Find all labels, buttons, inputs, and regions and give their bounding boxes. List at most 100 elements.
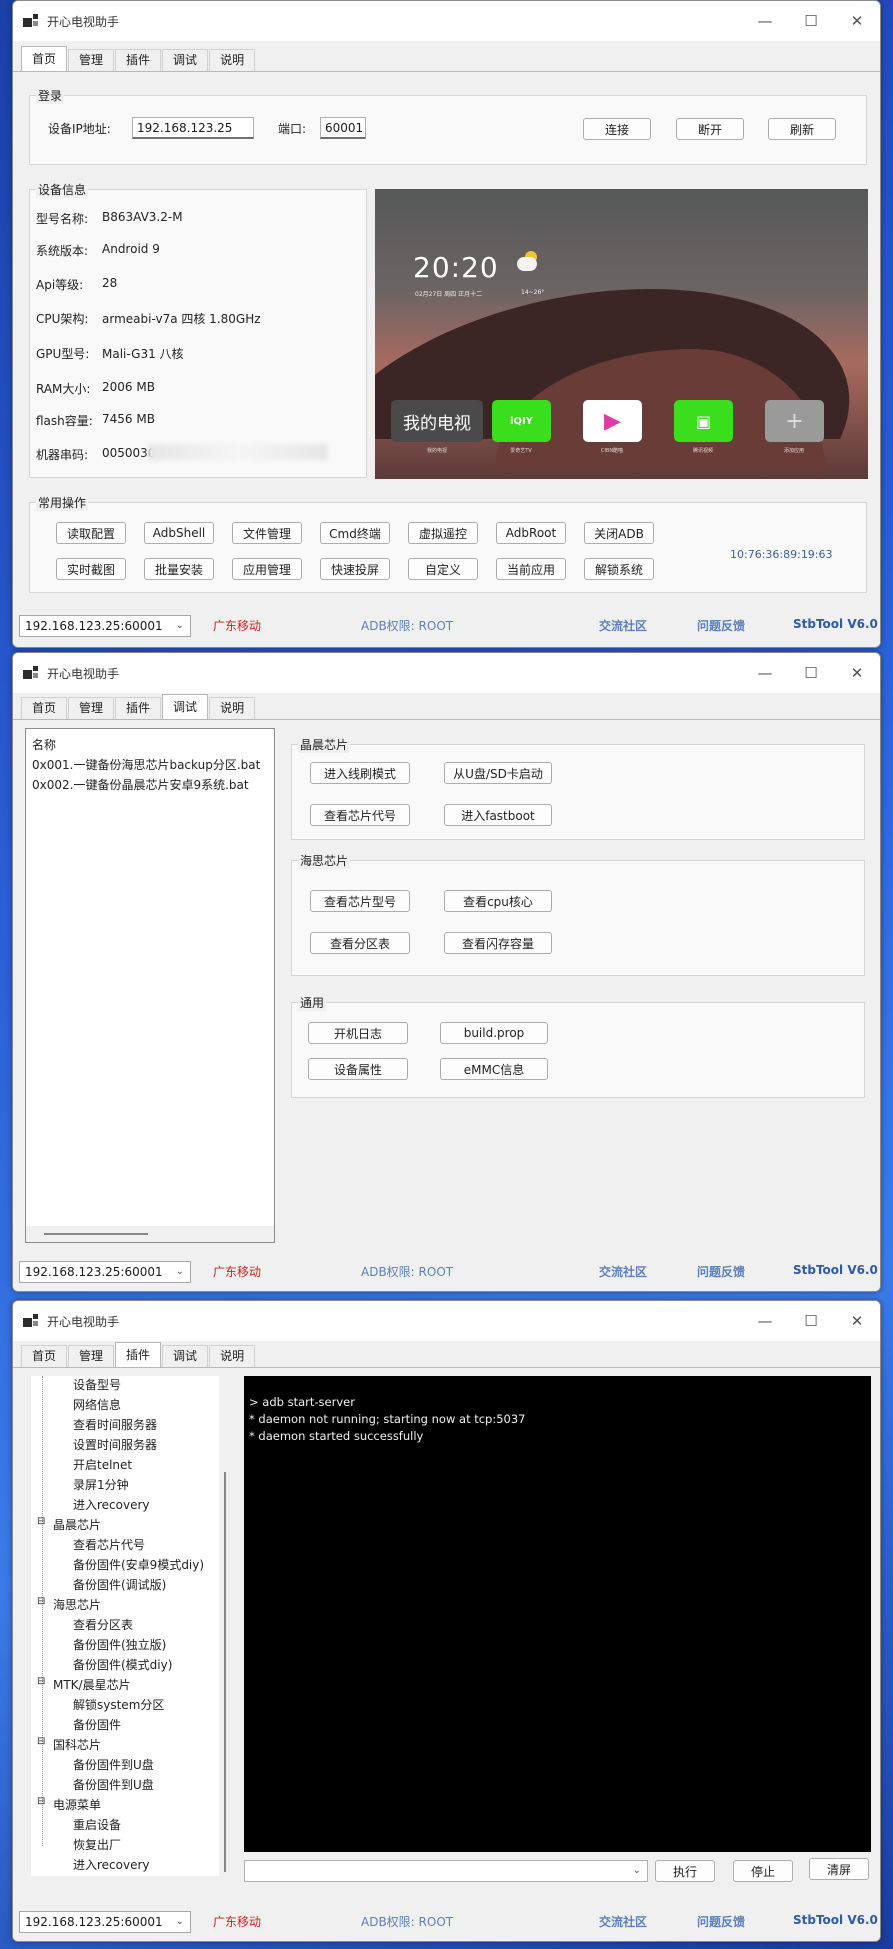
tree-node[interactable]: 备份固件(调试版) — [73, 1576, 166, 1593]
tree-node[interactable]: 设备型号 — [73, 1376, 121, 1393]
maximize-icon[interactable]: ☐ — [788, 1301, 834, 1341]
chip-button[interactable]: 查看芯片型号 — [310, 890, 410, 912]
op-button[interactable]: 读取配置 — [56, 522, 126, 544]
plugin-tree[interactable]: 设备型号 网络信息 查看时间服务器 设置时间服务器 开启telnet 录屏1分钟… — [31, 1376, 231, 1876]
command-input[interactable]: ⌄ — [244, 1860, 648, 1882]
horizontal-scrollbar[interactable] — [26, 1226, 274, 1242]
collapse-icon[interactable]: ⊟ — [37, 1736, 45, 1747]
tree-node[interactable]: 解锁system分区 — [73, 1696, 164, 1713]
tab-debug[interactable]: 调试 — [162, 1345, 209, 1367]
tree-category[interactable]: 电源菜单 — [53, 1796, 101, 1813]
tree-node[interactable]: 备份固件到U盘 — [73, 1756, 154, 1773]
port-input[interactable]: 60001 — [320, 117, 366, 139]
chip-button[interactable]: 查看cpu核心 — [444, 890, 552, 912]
tree-node[interactable]: 开启telnet — [73, 1456, 132, 1473]
tab-debug[interactable]: 调试 — [162, 694, 209, 719]
list-item[interactable]: 0x002.一键备份晶晨芯片安卓9系统.bat — [32, 776, 249, 793]
collapse-icon[interactable]: ⊟ — [37, 1596, 45, 1607]
op-button[interactable]: 应用管理 — [232, 558, 302, 580]
stop-button[interactable]: 停止 — [733, 1860, 793, 1882]
tree-node[interactable]: 查看分区表 — [73, 1616, 133, 1633]
tab-home[interactable]: 首页 — [21, 697, 68, 719]
tab-help[interactable]: 说明 — [209, 49, 256, 71]
tab-home[interactable]: 首页 — [21, 46, 68, 71]
op-button[interactable]: 实时截图 — [56, 558, 126, 580]
scrollbar-thumb[interactable] — [224, 1472, 226, 1872]
script-list[interactable]: 名称 0x001.一键备份海思芯片backup分区.bat 0x002.一键备份… — [25, 728, 275, 1243]
close-icon[interactable]: ✕ — [834, 653, 880, 693]
close-icon[interactable]: ✕ — [834, 1301, 880, 1341]
tab-manage[interactable]: 管理 — [68, 697, 115, 719]
collapse-icon[interactable]: ⊟ — [37, 1676, 45, 1687]
tree-node[interactable]: 录屏1分钟 — [73, 1476, 129, 1493]
op-button[interactable]: Cmd终端 — [320, 522, 390, 544]
tab-plugins[interactable]: 插件 — [115, 697, 162, 719]
connect-button[interactable]: 连接 — [583, 118, 651, 140]
tree-node[interactable]: 备份固件 — [73, 1716, 121, 1733]
chip-button[interactable]: 从U盘/SD卡启动 — [444, 762, 552, 784]
tree-vertical-scrollbar[interactable] — [219, 1376, 231, 1876]
execute-button[interactable]: 执行 — [655, 1860, 715, 1882]
console-output[interactable]: > adb start-server * daemon not running;… — [244, 1376, 871, 1852]
tab-plugins[interactable]: 插件 — [115, 49, 162, 71]
collapse-icon[interactable]: ⊟ — [37, 1516, 45, 1527]
chip-button[interactable]: 查看闪存容量 — [444, 932, 552, 954]
chevron-down-icon[interactable]: ⌄ — [633, 1861, 641, 1881]
feedback-link[interactable]: 问题反馈 — [697, 617, 745, 634]
tree-node[interactable]: 备份固件到U盘 — [73, 1776, 154, 1793]
tree-category[interactable]: MTK/晨星芯片 — [53, 1676, 131, 1693]
tree-node[interactable]: 查看芯片代号 — [73, 1536, 145, 1553]
tree-category[interactable]: 晶晨芯片 — [53, 1516, 101, 1533]
minimize-icon[interactable]: — — [742, 1, 788, 41]
ip-input[interactable]: 192.168.123.25 — [132, 117, 254, 139]
op-button[interactable]: 自定义 — [408, 558, 478, 580]
community-link[interactable]: 交流社区 — [599, 1913, 647, 1930]
tree-node[interactable]: 备份固件(模式diy) — [73, 1656, 172, 1673]
tree-node[interactable]: 查看时间服务器 — [73, 1416, 157, 1433]
chip-button[interactable]: 进入fastboot — [444, 804, 552, 826]
op-button[interactable]: 快速投屏 — [320, 558, 390, 580]
minimize-icon[interactable]: — — [742, 653, 788, 693]
tab-help[interactable]: 说明 — [209, 697, 256, 719]
refresh-button[interactable]: 刷新 — [768, 118, 836, 140]
tree-node[interactable]: 备份固件(安卓9模式diy) — [73, 1556, 204, 1573]
minimize-icon[interactable]: — — [742, 1301, 788, 1341]
op-button[interactable]: 当前应用 — [496, 558, 566, 580]
op-button[interactable]: AdbShell — [144, 522, 214, 544]
maximize-icon[interactable]: ☐ — [788, 1, 834, 41]
maximize-icon[interactable]: ☐ — [788, 653, 834, 693]
close-icon[interactable]: ✕ — [834, 1, 880, 41]
general-button[interactable]: 开机日志 — [308, 1022, 408, 1044]
list-item[interactable]: 0x001.一键备份海思芯片backup分区.bat — [32, 756, 260, 773]
device-select[interactable]: 192.168.123.25:60001 ⌄ — [19, 615, 191, 637]
feedback-link[interactable]: 问题反馈 — [697, 1913, 745, 1930]
tree-node[interactable]: 网络信息 — [73, 1396, 121, 1413]
tree-node[interactable]: 进入recovery — [73, 1496, 150, 1513]
tab-manage[interactable]: 管理 — [68, 49, 115, 71]
general-button[interactable]: 设备属性 — [308, 1058, 408, 1080]
disconnect-button[interactable]: 断开 — [676, 118, 744, 140]
op-button[interactable]: 批量安装 — [144, 558, 214, 580]
clear-button[interactable]: 清屏 — [809, 1858, 869, 1880]
collapse-icon[interactable]: ⊟ — [37, 1796, 45, 1807]
op-button[interactable]: 解锁系统 — [584, 558, 654, 580]
scrollbar-thumb[interactable] — [44, 1233, 148, 1235]
tree-node[interactable]: 重启设备 — [73, 1816, 121, 1833]
tree-node[interactable]: 备份固件(独立版) — [73, 1636, 166, 1653]
tab-home[interactable]: 首页 — [21, 1345, 68, 1367]
chip-button[interactable]: 进入线刷模式 — [310, 762, 410, 784]
feedback-link[interactable]: 问题反馈 — [697, 1263, 745, 1280]
tree-node[interactable]: 进入recovery — [73, 1856, 150, 1873]
op-button[interactable]: AdbRoot — [496, 522, 566, 544]
general-button[interactable]: eMMC信息 — [440, 1058, 548, 1080]
community-link[interactable]: 交流社区 — [599, 617, 647, 634]
chip-button[interactable]: 查看分区表 — [310, 932, 410, 954]
tab-debug[interactable]: 调试 — [162, 49, 209, 71]
tree-node[interactable]: 设置时间服务器 — [73, 1436, 157, 1453]
community-link[interactable]: 交流社区 — [599, 1263, 647, 1280]
tab-plugins[interactable]: 插件 — [115, 1342, 162, 1367]
op-button[interactable]: 文件管理 — [232, 522, 302, 544]
chip-button[interactable]: 查看芯片代号 — [310, 804, 410, 826]
op-button[interactable]: 关闭ADB — [584, 522, 654, 544]
device-select[interactable]: 192.168.123.25:60001 ⌄ — [19, 1261, 191, 1283]
